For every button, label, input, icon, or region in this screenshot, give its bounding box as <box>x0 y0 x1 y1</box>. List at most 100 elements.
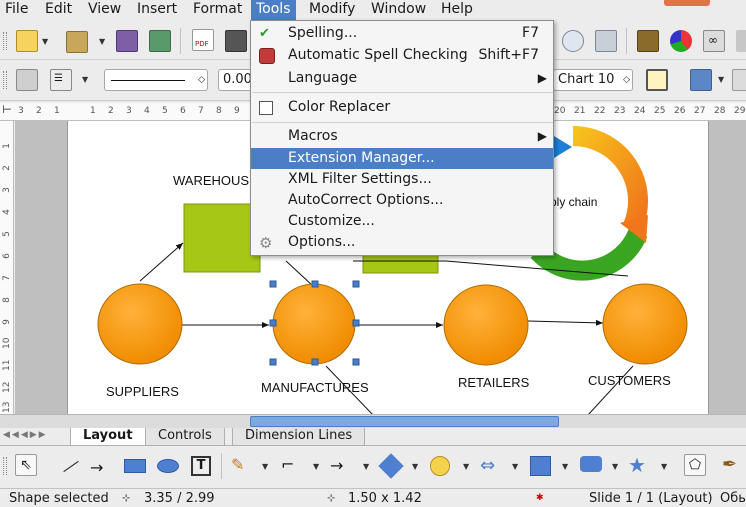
select-pointer-icon[interactable]: ⇖ <box>15 454 37 476</box>
text-tool-icon[interactable]: T <box>191 456 211 476</box>
menu-help[interactable]: Help <box>436 0 478 20</box>
fontwork-icon[interactable]: ✒ <box>722 454 737 475</box>
tab-nav-arrows-icon[interactable]: ◀◀◀▶▶ <box>3 430 48 440</box>
export-pdf-icon[interactable]: PDF <box>192 29 214 51</box>
curve-tool-icon[interactable]: ✎ <box>231 455 244 474</box>
menu-file[interactable]: File <box>0 0 33 20</box>
horizontal-scrollbar[interactable] <box>0 414 746 428</box>
menu-item-auto-spellcheck[interactable]: Automatic Spell Checking Shift+F7 <box>251 45 553 66</box>
menu-view[interactable]: View <box>83 0 126 20</box>
retailers-circle[interactable] <box>443 284 529 366</box>
stars-icon[interactable]: ★ <box>628 453 646 477</box>
zoom-pan-icon[interactable] <box>595 30 617 52</box>
callouts-icon[interactable] <box>580 456 602 472</box>
connector-arrow[interactable] <box>139 242 184 282</box>
cycle-arrow-blue[interactable] <box>554 136 572 158</box>
rectangle-tool-icon[interactable] <box>124 459 146 473</box>
line-width-field[interactable]: 0.00 <box>218 69 252 91</box>
warehouse-box[interactable] <box>183 203 261 273</box>
layout-name[interactable]: Обы <box>720 491 746 506</box>
flowchart-dropdown-icon[interactable]: ▼ <box>562 462 568 471</box>
menu-item-customize[interactable]: Customize... <box>251 211 553 232</box>
chart-icon[interactable] <box>670 30 692 52</box>
line-tool-icon[interactable] <box>63 460 79 473</box>
toolbar-grip-icon[interactable] <box>3 457 7 475</box>
menu-modify[interactable]: Modify <box>304 0 360 20</box>
special-character-icon[interactable]: ∞ <box>703 30 725 52</box>
shadow-dropdown-icon[interactable]: ▼ <box>718 75 724 84</box>
save-icon[interactable] <box>116 30 138 52</box>
arrow-line-tool-icon[interactable]: → <box>90 458 103 477</box>
more-tools-icon[interactable] <box>736 30 746 52</box>
lines-arrows-icon[interactable]: → <box>330 456 343 475</box>
ellipse-tool-icon[interactable] <box>157 459 179 473</box>
menu-insert[interactable]: Insert <box>132 0 182 20</box>
image-icon[interactable] <box>637 30 659 52</box>
toolbar-grip-icon[interactable] <box>3 71 7 89</box>
open-dropdown-icon[interactable]: ▼ <box>99 37 105 46</box>
line-style-icon[interactable]: ☰ <box>50 69 72 91</box>
scrollbar-thumb[interactable] <box>250 416 559 427</box>
menu-tools[interactable]: Tools <box>251 0 296 20</box>
document-modified-icon[interactable]: ✱ <box>536 493 544 503</box>
curve-dropdown-icon[interactable]: ▼ <box>262 462 268 471</box>
ruler-tick: 4 <box>2 209 12 215</box>
cycle-arrow-orange[interactable] <box>572 126 648 230</box>
menu-item-macros[interactable]: Macros ▶ <box>251 126 553 147</box>
more-tools-icon[interactable] <box>732 69 746 91</box>
new-dropdown-icon[interactable]: ▼ <box>42 37 48 46</box>
connector-tool-icon[interactable]: ⌐ <box>281 455 294 474</box>
basic-shapes-icon[interactable] <box>378 453 404 479</box>
ruler-tick: 27 <box>694 106 706 116</box>
block-arrows-dropdown-icon[interactable]: ▼ <box>512 462 518 471</box>
suppliers-circle[interactable] <box>97 283 183 365</box>
new-document-icon[interactable] <box>16 30 38 52</box>
submenu-chevron-icon: ▶ <box>537 129 547 143</box>
points-edit-icon[interactable]: ⬠ <box>684 454 706 476</box>
menu-item-xml-filter-settings[interactable]: XML Filter Settings... <box>251 169 553 190</box>
tab-stop-icon[interactable]: ⊢ <box>0 103 14 121</box>
menu-item-options[interactable]: ⚙ Options... <box>251 232 553 253</box>
symbol-dropdown-icon[interactable]: ▼ <box>463 462 469 471</box>
print-icon[interactable] <box>225 30 247 52</box>
line-color-select[interactable]: Chart 10 ◇ <box>553 69 633 91</box>
size-icon: ⊹ <box>327 493 336 504</box>
menu-window[interactable]: Window <box>366 0 431 20</box>
window-controls-icon[interactable] <box>664 0 710 6</box>
tab-controls[interactable]: Controls <box>145 428 225 446</box>
menu-item-language[interactable]: Language ▶ <box>251 68 553 89</box>
connector-dropdown-icon[interactable]: ▼ <box>313 462 319 471</box>
spin-icon[interactable]: ◇ <box>198 70 205 90</box>
spin-icon[interactable]: ◇ <box>623 70 630 90</box>
area-style-icon[interactable] <box>646 69 668 91</box>
customers-circle[interactable] <box>602 283 688 365</box>
flowchart-icon[interactable] <box>530 456 551 476</box>
basic-shapes-dropdown-icon[interactable]: ▼ <box>412 462 418 471</box>
tab-dimension-lines[interactable]: Dimension Lines <box>232 428 366 446</box>
callouts-dropdown-icon[interactable]: ▼ <box>612 462 618 471</box>
shadow-icon[interactable] <box>690 69 712 91</box>
open-folder-icon[interactable] <box>66 31 88 53</box>
hand-icon[interactable] <box>16 69 38 91</box>
menu-item-autocorrect-options[interactable]: AutoCorrect Options... <box>251 190 553 211</box>
menu-item-spelling[interactable]: ✔ Spelling... F7 <box>251 23 553 44</box>
tab-layout[interactable]: Layout <box>70 428 146 446</box>
line-style-dropdown-icon[interactable]: ▼ <box>82 75 88 84</box>
line-style-select[interactable]: ◇ <box>104 69 208 91</box>
connector-line[interactable] <box>285 260 314 287</box>
stars-dropdown-icon[interactable]: ▼ <box>661 462 667 471</box>
supply-chain-label: ply chain <box>550 195 597 209</box>
save-as-icon[interactable] <box>149 30 171 52</box>
zoom-icon[interactable] <box>562 30 584 52</box>
symbol-shapes-icon[interactable] <box>430 456 450 476</box>
block-arrows-icon[interactable]: ⇔ <box>480 455 495 476</box>
menu-item-extension-manager[interactable]: Extension Manager... <box>251 148 553 169</box>
menu-format[interactable]: Format <box>188 0 247 20</box>
menu-edit[interactable]: Edit <box>40 0 77 20</box>
menu-item-color-replacer[interactable]: Color Replacer <box>251 97 553 118</box>
connector-arrow[interactable] <box>527 319 604 326</box>
toolbar-grip-icon[interactable] <box>3 32 7 50</box>
lines-dropdown-icon[interactable]: ▼ <box>363 462 369 471</box>
ruler-tick: 7 <box>2 275 12 281</box>
manufactures-circle[interactable] <box>272 283 356 365</box>
